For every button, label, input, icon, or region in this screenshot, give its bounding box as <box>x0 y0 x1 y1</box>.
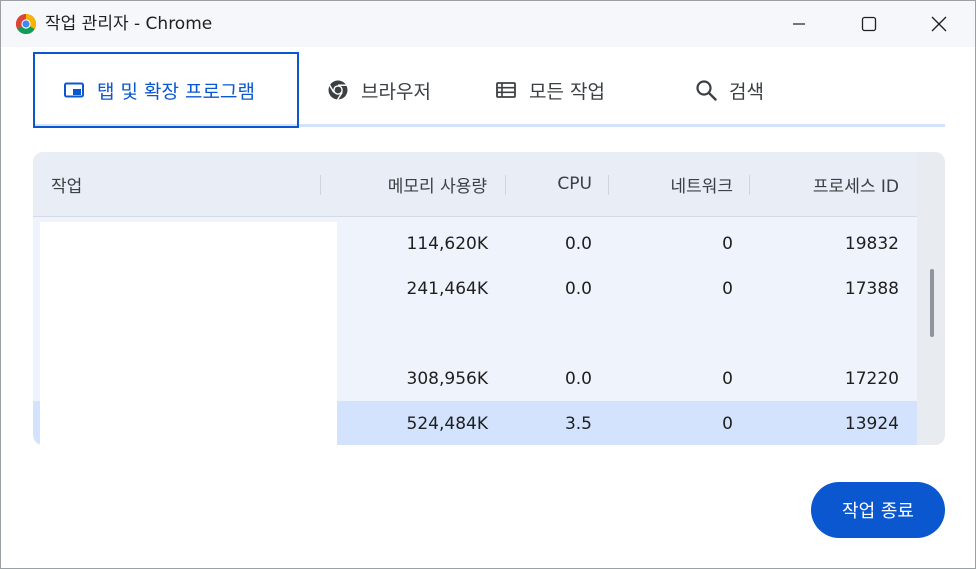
chrome-icon <box>327 79 349 101</box>
cpu-cell: 0.0 <box>564 368 592 389</box>
maximize-button[interactable] <box>834 1 904 47</box>
tab-label: 탭 및 확장 프로그램 <box>97 80 255 103</box>
search-icon <box>695 79 717 101</box>
network-cell: 0 <box>722 233 733 254</box>
task-manager-window: 작업 관리자 - Chrome 탭 및 확장 프로그램 브라우저 모든 작업 검… <box>0 0 976 569</box>
task-table: 작업 메모리 사용량 CPU 네트워크 프로세스 ID 114,620K 0.0… <box>33 152 945 445</box>
redacted-task-names <box>40 222 337 445</box>
tab-label: 모든 작업 <box>529 80 605 103</box>
list-icon <box>495 79 517 101</box>
column-header-task[interactable]: 작업 <box>51 152 311 216</box>
tab-all-tasks[interactable]: 모든 작업 <box>495 53 645 127</box>
close-button[interactable] <box>904 1 974 47</box>
scrollbar-thumb[interactable] <box>930 269 934 337</box>
column-divider[interactable] <box>749 175 750 195</box>
memory-cell: 308,956K <box>406 368 488 389</box>
column-divider[interactable] <box>505 175 506 195</box>
minimize-icon <box>793 23 805 25</box>
memory-cell: 241,464K <box>406 278 488 299</box>
title-bar[interactable]: 작업 관리자 - Chrome <box>1 1 975 47</box>
network-cell <box>611 311 733 356</box>
pid-cell: 17388 <box>844 278 899 299</box>
column-header-pid[interactable]: 프로세스 ID <box>752 152 899 216</box>
tab-tabs-and-extensions[interactable]: 탭 및 확장 프로그램 <box>33 52 299 128</box>
close-icon <box>931 16 947 32</box>
cpu-cell <box>508 311 592 356</box>
memory-cell: 114,620K <box>406 233 488 254</box>
cpu-cell: 0.0 <box>564 233 592 254</box>
tab-label: 브라우저 <box>361 80 431 103</box>
end-task-button[interactable]: 작업 종료 <box>811 482 945 538</box>
pid-cell <box>752 311 899 356</box>
memory-cell: 524,484K <box>406 413 488 434</box>
vertical-scrollbar[interactable] <box>917 152 945 445</box>
tab-browser[interactable]: 브라우저 <box>327 53 467 127</box>
column-header-cpu[interactable]: CPU <box>508 152 592 216</box>
window-title: 작업 관리자 - Chrome <box>45 14 213 34</box>
pid-cell: 19832 <box>844 233 899 254</box>
cpu-cell: 0.0 <box>564 278 592 299</box>
column-divider[interactable] <box>608 175 609 195</box>
pid-cell: 17220 <box>844 368 899 389</box>
table-header: 작업 메모리 사용량 CPU 네트워크 프로세스 ID <box>33 152 917 217</box>
tab-search[interactable]: 검색 <box>695 53 815 127</box>
column-header-network[interactable]: 네트워크 <box>611 152 733 216</box>
network-cell: 0 <box>722 413 733 434</box>
tab-window-icon <box>63 79 85 101</box>
network-cell: 0 <box>722 278 733 299</box>
maximize-icon <box>861 16 877 32</box>
cpu-cell: 3.5 <box>564 413 592 434</box>
pid-cell: 13924 <box>844 413 899 434</box>
tab-label: 검색 <box>729 80 764 103</box>
chrome-logo-icon <box>15 13 37 35</box>
memory-cell <box>321 311 488 356</box>
tab-bar: 탭 및 확장 프로그램 브라우저 모든 작업 검색 <box>33 52 945 129</box>
column-header-memory[interactable]: 메모리 사용량 <box>321 152 487 216</box>
network-cell: 0 <box>722 368 733 389</box>
minimize-button[interactable] <box>764 1 834 47</box>
